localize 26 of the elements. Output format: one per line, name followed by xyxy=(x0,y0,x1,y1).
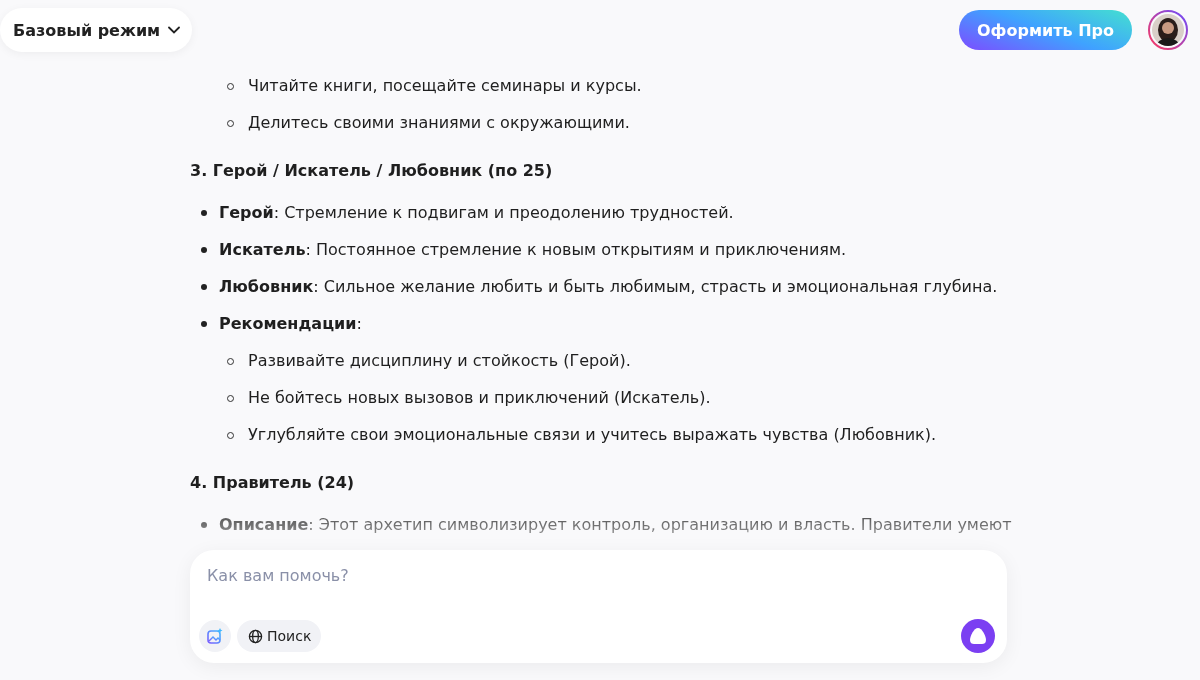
chevron-icon xyxy=(168,26,181,34)
bullet-icon xyxy=(201,210,207,216)
list-item-text: Искатель: Постоянное стремление к новым открытиям и приключениям. xyxy=(219,239,847,261)
bullet-icon xyxy=(201,284,207,290)
bullet-icon xyxy=(201,247,207,253)
globe-icon xyxy=(248,628,263,644)
voice-assistant-button[interactable] xyxy=(961,619,995,653)
bullet-icon xyxy=(201,522,207,528)
mode-dropdown[interactable]: Базовый режим xyxy=(0,8,193,52)
image-sparkle-icon xyxy=(206,627,224,645)
bullet-icon xyxy=(201,321,207,327)
list-item-text: Не бойтесь новых вызовов и приключений (Искатель). xyxy=(248,387,711,409)
section-heading: 4. Правитель (24) xyxy=(190,472,356,494)
list-item-text: Рекомендации: xyxy=(219,313,362,335)
section-heading: 3. Герой / Искатель / Любовник (по 25) xyxy=(190,160,554,182)
avatar-icon[interactable] xyxy=(1148,10,1188,50)
message-input[interactable]: Как вам помочь? xyxy=(199,566,995,585)
image-generate-button[interactable] xyxy=(199,620,231,652)
list-item-text: Делитесь своими знаниями с окружающими. xyxy=(248,112,630,134)
list-item-text: Описание: Этот архетип символизирует контроль, организацию и власть. Правители умеют xyxy=(219,514,1012,536)
list-item-text: Герой: Стремление к подвигам и преодолению трудностей. xyxy=(219,202,734,224)
search-toggle[interactable]: Поиск xyxy=(237,620,322,652)
list-item-text: Читайте книги, посещайте семинары и курсы. xyxy=(248,75,642,97)
list-item-text: Углубляйте свои эмоциональные связи и учитесь выражать чувства (Любовник). xyxy=(248,424,937,446)
list-item-text: Любовник: Сильное желание любить и быть любимым, страсть и эмоциональная глубина. xyxy=(219,276,998,298)
list-item-text: Развивайте дисциплину и стойкость (Герой). xyxy=(248,350,631,372)
